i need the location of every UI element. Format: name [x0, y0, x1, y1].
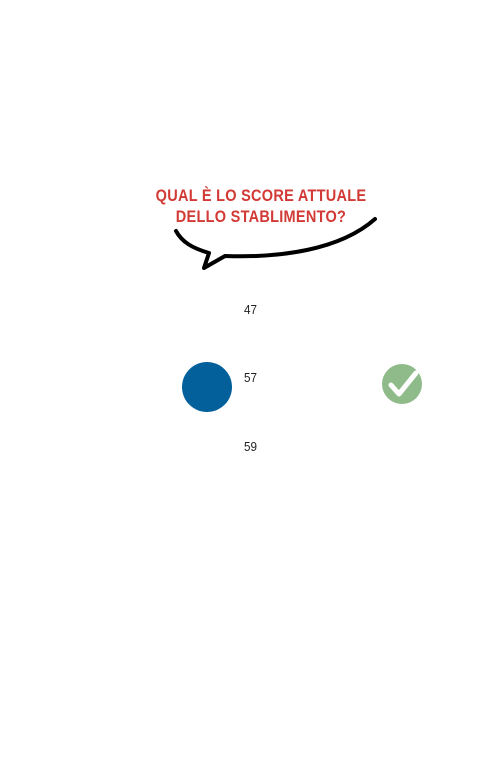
answer-label: 57 — [244, 370, 258, 385]
answer-label: 59 — [244, 439, 258, 454]
answer-label: 47 — [244, 302, 258, 317]
check-circle-icon — [382, 364, 422, 404]
answer-option-59[interactable]: 59 — [0, 423, 500, 473]
question-line-2: DELLO STABLIMENTO? — [175, 208, 347, 226]
speech-bubble: QUAL È LO SCORE ATTUALE DELLO STABLIMENT… — [140, 178, 390, 278]
answer-option-47[interactable]: 47 — [0, 286, 500, 336]
question-line-1: QUAL È LO SCORE ATTUALE — [155, 187, 367, 205]
question-text: QUAL È LO SCORE ATTUALE DELLO STABLIMENT… — [155, 186, 368, 228]
answer-option-57[interactable]: 57 — [0, 354, 500, 404]
filled-circle-icon — [182, 362, 232, 412]
quiz-screen: QUAL È LO SCORE ATTUALE DELLO STABLIMENT… — [0, 0, 500, 768]
